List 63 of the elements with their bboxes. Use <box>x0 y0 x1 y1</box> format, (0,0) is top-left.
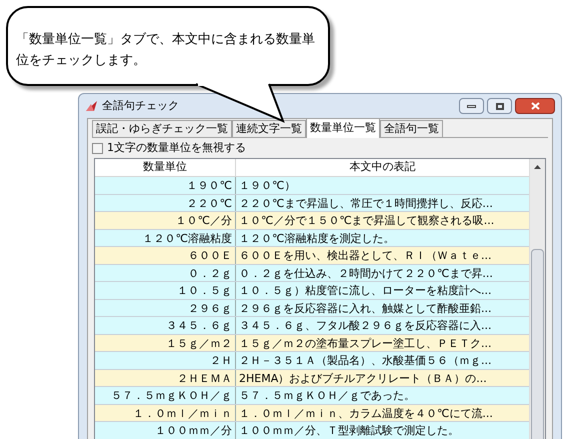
tab[interactable]: 連続文字一覧 <box>232 120 306 137</box>
table-cell-text: ２２０℃まで昇温し、常圧で１時間攪拌し、反応... <box>238 196 494 211</box>
table-row[interactable]: ３４５．６ｇ ３４５．６ｇ、フタル酸２９６ｇを反応容器に入... <box>95 317 529 334</box>
table-cell: １５ｇ／ｍ２ <box>95 334 236 351</box>
tab[interactable]: 数量単位一覧 <box>306 118 380 138</box>
table-cell: ２Ｈ <box>95 352 236 368</box>
table-row[interactable]: ２９６ｇ ２９６ｇを反応容器に入れ、触媒として酢酸亜鉛... <box>95 300 529 317</box>
table-cell: ６００Ｅ <box>95 247 236 264</box>
table-cell-text: 2HEMA）およびブチルアクリレート（ＢＡ）の... <box>238 370 488 386</box>
column-header[interactable]: 数量単位 <box>95 159 236 176</box>
tab[interactable]: 全語句一覧 <box>380 120 443 137</box>
close-button[interactable] <box>515 98 555 114</box>
table-cell-text: １０℃／分で１５０℃まで昇温して観察される吸... <box>238 213 496 228</box>
table-row[interactable]: ５７．５ｍｇＫＯＨ／ｇ ５７．５ｍｇＫＯＨ／ｇであった。 <box>95 387 529 404</box>
table-cell: ５７．５ｍｇＫＯＨ／ｇ <box>95 387 236 404</box>
scroll-up-icon <box>534 165 541 169</box>
maximize-button[interactable] <box>487 98 512 114</box>
table-cell: １００ｍｍ／分 <box>95 422 236 438</box>
close-icon <box>530 102 540 110</box>
table-row[interactable]: １２０℃溶融粘度 １２０℃溶融粘度を測定した。 <box>95 230 529 247</box>
table-row[interactable]: ６００Ｅ ６００Ｅを用い、検出器として、ＲＩ（Ｗａｔｅ... <box>95 247 529 264</box>
table-cell-text: １５ｇ／ｍ２の塗布量スプレー塗工し、ＰＥＴク... <box>238 336 492 351</box>
table-cell: ０．２ｇ <box>95 264 236 281</box>
table-cell: ３４５．６ｇ <box>95 317 236 334</box>
table-row[interactable]: １００ｍｍ／分 １００ｍｍ／分、Ｔ型剥離試験で測定した。 <box>95 422 529 439</box>
minimize-button[interactable] <box>459 98 484 114</box>
table-cell-text: ３４５．６ｇ、フタル酸２９６ｇを反応容器に入... <box>238 318 492 334</box>
scrollbar-thumb[interactable] <box>531 248 544 439</box>
table-cell: １２０℃溶融粘度 <box>95 230 236 246</box>
checkbox-label: 1文字の数量単位を無視する <box>107 140 246 156</box>
table-cell-text: ６００Ｅを用い、検出器として、ＲＩ（Ｗａｔｅ... <box>238 248 492 264</box>
table-cell: １．０ｍｌ／ｍｉｎ <box>95 404 236 421</box>
table-cell-text: １００ｍｍ／分、Ｔ型剥離試験で測定した。 <box>238 423 460 438</box>
table-cell-text: １．０ｍｌ／ｍｉｎ、カラム温度を４０℃にて流... <box>238 406 494 421</box>
table-row[interactable]: ２ＨＥＭＡ 2HEMA）およびブチルアクリレート（ＢＡ）の... <box>95 370 529 387</box>
table-cell: １０．５ｇ <box>95 282 236 298</box>
checkbox[interactable] <box>92 142 103 154</box>
table-row[interactable]: ２２０℃ ２２０℃まで昇温し、常圧で１時間攪拌し、反応... <box>95 194 529 212</box>
table-cell-text: １０．５ｇ）粘度管に流し、ローターを粘度計へ... <box>238 283 492 298</box>
table-row[interactable]: １．０ｍｌ／ｍｉｎ １．０ｍｌ／ｍｉｎ、カラム温度を４０℃にて流... <box>95 404 529 422</box>
table-row[interactable]: ２Ｈ ２Ｈ－３５１Ａ（製品名）、水酸基価５６（ｍｇ... <box>95 352 529 370</box>
table-cell-text: ０．２ｇを仕込み、２時間かけて２２０℃まで昇... <box>238 266 494 281</box>
table-row[interactable]: １０．５ｇ １０．５ｇ）粘度管に流し、ローターを粘度計へ... <box>95 282 529 300</box>
table-cell: ２２０℃ <box>95 194 236 211</box>
scrollbar[interactable] <box>529 159 545 439</box>
table-cell: ２ＨＥＭＡ <box>95 370 236 386</box>
table-cell-text: ２９６ｇを反応容器に入れ、触媒として酢酸亜鉛... <box>238 300 492 316</box>
callout-text: 「数量単位一覧」タブで、本文中に含まれる数量単位をチェックします。 <box>16 31 316 70</box>
table-cell-text: １９０℃） <box>238 178 296 194</box>
table-row[interactable]: １０℃／分 １０℃／分で１５０℃まで昇温して観察される吸... <box>95 212 529 230</box>
table-cell-text: １２０℃溶融粘度を測定した。 <box>238 230 396 246</box>
app-logo-icon <box>85 100 98 112</box>
column-header[interactable]: 本文中の表記 <box>236 159 529 176</box>
table-cell: １０℃／分 <box>95 212 236 228</box>
table-cell-text: ５７．５ｍｇＫＯＨ／ｇであった。 <box>238 388 416 404</box>
table-cell: ２９６ｇ <box>95 300 236 316</box>
table-cell-text: ２Ｈ－３５１Ａ（製品名）、水酸基価５６（ｍｇ... <box>238 353 492 368</box>
table-cell: １９０℃ <box>95 177 236 194</box>
table-row[interactable]: １５ｇ／ｍ２ １５ｇ／ｍ２の塗布量スプレー塗工し、ＰＥＴク... <box>95 334 529 352</box>
table-row[interactable]: ０．２ｇ ０．２ｇを仕込み、２時間かけて２２０℃まで昇... <box>95 264 529 282</box>
tab[interactable]: 誤記・ゆらぎチェック一覧 <box>92 120 232 137</box>
window-title: 全語句チェック <box>102 98 179 114</box>
table-row[interactable]: １９０℃ １９０℃） <box>95 177 529 194</box>
